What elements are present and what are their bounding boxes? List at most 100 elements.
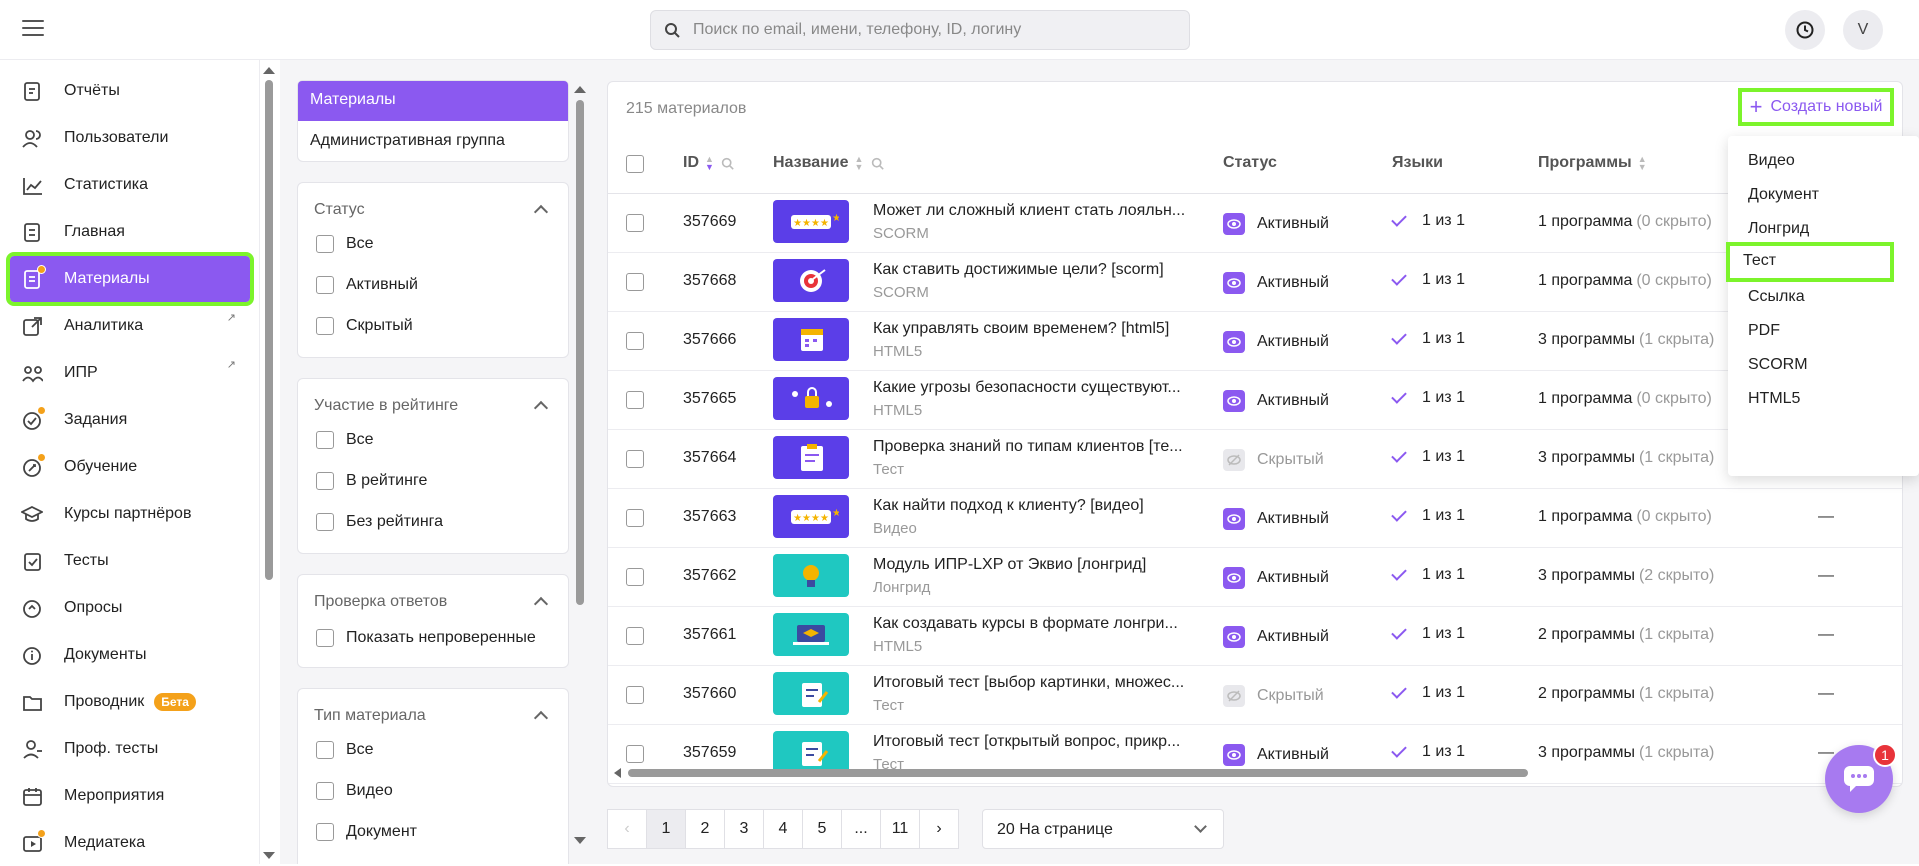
sidebar-scrollbar[interactable] xyxy=(265,80,273,580)
sidebar-item[interactable]: Документы xyxy=(10,632,250,678)
row-checkbox[interactable] xyxy=(626,568,644,586)
table-row[interactable]: 357665 Какие угрозы безопасности существу… xyxy=(608,371,1902,430)
table-row[interactable]: 357668 Как ставить достижимые цели? [scor… xyxy=(608,253,1902,312)
eye-icon[interactable] xyxy=(1223,331,1245,353)
lock-icon[interactable] xyxy=(773,377,849,420)
eye-icon[interactable] xyxy=(1223,744,1245,766)
calendar-icon[interactable] xyxy=(773,318,849,361)
checkbox[interactable] xyxy=(316,741,334,759)
stars-icon[interactable]: ★★★★★ xyxy=(773,200,849,243)
sidebar-item[interactable]: Материалы xyxy=(6,252,254,306)
material-title[interactable]: Итоговый тест [выбор картинки, множес... xyxy=(873,674,1193,692)
checkbox[interactable] xyxy=(316,782,334,800)
filter-option[interactable]: Видео xyxy=(316,782,393,800)
eye-icon[interactable] xyxy=(1223,567,1245,589)
filter-option[interactable]: В рейтинге xyxy=(316,472,427,490)
page-button[interactable]: 4 xyxy=(763,809,803,849)
filter-option[interactable]: Документ xyxy=(316,823,417,841)
material-title[interactable]: Как управлять своим временем? [html5] xyxy=(873,320,1193,338)
material-title[interactable]: Итоговый тест [открытый вопрос, прикр... xyxy=(873,733,1193,751)
checkbox[interactable] xyxy=(316,629,334,647)
stars-icon[interactable]: ★★★★★ xyxy=(773,495,849,538)
material-title[interactable]: Как найти подход к клиенту? [видео] xyxy=(873,497,1193,515)
material-title[interactable]: Какие угрозы безопасности существуют... xyxy=(873,379,1193,397)
chevron-up-icon[interactable] xyxy=(533,596,549,612)
row-checkbox[interactable] xyxy=(626,745,644,763)
table-row[interactable]: 357661 Как создавать курсы в формате лонг… xyxy=(608,607,1902,666)
checkbox[interactable] xyxy=(316,317,334,335)
row-checkbox[interactable] xyxy=(626,214,644,232)
sidebar-scroll-down[interactable] xyxy=(263,852,275,859)
material-title[interactable]: Может ли сложный клиент стать лояльн... xyxy=(873,202,1193,220)
checkbox[interactable] xyxy=(316,431,334,449)
eye-icon[interactable] xyxy=(1223,390,1245,412)
row-checkbox[interactable] xyxy=(626,391,644,409)
laptop-icon[interactable] xyxy=(773,613,849,656)
create-new-button[interactable]: + Создать новый xyxy=(1738,88,1894,126)
sidebar-item[interactable]: Медиатека xyxy=(10,820,250,866)
chevron-up-icon[interactable] xyxy=(533,204,549,220)
clipboard-icon[interactable] xyxy=(773,436,849,479)
eye-off-icon[interactable] xyxy=(1223,449,1245,471)
checkbox[interactable] xyxy=(316,823,334,841)
table-scroll-left[interactable] xyxy=(614,768,621,778)
user-avatar[interactable]: V xyxy=(1843,10,1883,50)
per-page-select[interactable]: 20 На странице xyxy=(982,809,1224,849)
create-menu-item[interactable]: HTML5 xyxy=(1728,380,1919,420)
table-row[interactable]: 357664 Проверка знаний по типам клиентов … xyxy=(608,430,1902,489)
sidebar-item[interactable]: Курсы партнёров xyxy=(10,491,250,537)
sidebar-item[interactable]: Отчёты xyxy=(10,68,250,114)
eye-icon[interactable] xyxy=(1223,508,1245,530)
checkbox[interactable] xyxy=(316,235,334,253)
sidebar-item[interactable]: Проф. тесты xyxy=(10,726,250,772)
column-programs[interactable]: Программы ▲ ▼ xyxy=(1538,154,1648,172)
sidebar-item[interactable]: ИПР ↗ xyxy=(10,350,250,396)
filter-option[interactable]: Показать непроверенные xyxy=(316,629,536,647)
sidebar-item[interactable]: Пользователи xyxy=(10,115,250,161)
filter-option[interactable]: Без рейтинга xyxy=(316,513,443,531)
sort-icon[interactable]: ▲ ▼ xyxy=(1638,155,1648,172)
material-title[interactable]: Модуль ИПР-LXP от Эквио [лонгрид] xyxy=(873,556,1193,574)
row-checkbox[interactable] xyxy=(626,450,644,468)
search-icon[interactable] xyxy=(871,157,884,170)
sidebar-item[interactable]: Тесты xyxy=(10,538,250,584)
material-title[interactable]: Проверка знаний по типам клиентов [те... xyxy=(873,438,1193,456)
category-materials[interactable]: Материалы xyxy=(298,81,568,121)
page-button[interactable]: 3 xyxy=(724,809,764,849)
chat-button[interactable]: 1 xyxy=(1825,743,1897,813)
row-checkbox[interactable] xyxy=(626,509,644,527)
next-page-button[interactable]: › xyxy=(919,809,959,849)
prev-page-button[interactable]: ‹ xyxy=(607,809,647,849)
table-row[interactable]: 357660 Итоговый тест [выбор картинки, мно… xyxy=(608,666,1902,725)
checkbox[interactable] xyxy=(316,472,334,490)
checkbox[interactable] xyxy=(316,276,334,294)
table-row[interactable]: 357669 ★★★★★ Может ли сложный клиент стать… xyxy=(608,194,1902,253)
row-checkbox[interactable] xyxy=(626,273,644,291)
filter-option[interactable]: Активный xyxy=(316,276,418,294)
page-button[interactable]: 5 xyxy=(802,809,842,849)
row-checkbox[interactable] xyxy=(626,686,644,704)
chevron-up-icon[interactable] xyxy=(533,400,549,416)
filter-option[interactable]: Все xyxy=(316,431,374,449)
eye-off-icon[interactable] xyxy=(1223,685,1245,707)
table-horizontal-scrollbar[interactable] xyxy=(628,769,1528,777)
column-name[interactable]: Название ▲ ▼ xyxy=(773,154,884,172)
sidebar-item[interactable]: Мероприятия xyxy=(10,773,250,819)
filter-option[interactable]: Все xyxy=(316,235,374,253)
create-menu-item[interactable]: Тест xyxy=(1726,242,1894,282)
bulb-icon[interactable] xyxy=(773,554,849,597)
row-checkbox[interactable] xyxy=(626,332,644,350)
filter-option[interactable]: Все xyxy=(316,741,374,759)
checkbox[interactable] xyxy=(316,513,334,531)
history-button[interactable] xyxy=(1785,10,1825,50)
document-icon[interactable] xyxy=(773,672,849,715)
filter-option[interactable]: Скрытый xyxy=(316,317,413,335)
material-title[interactable]: Как ставить достижимые цели? [scorm] xyxy=(873,261,1193,279)
menu-icon[interactable] xyxy=(22,20,44,38)
eye-icon[interactable] xyxy=(1223,272,1245,294)
page-button[interactable]: 11 xyxy=(880,809,920,849)
page-button[interactable]: 1 xyxy=(646,809,686,849)
sidebar-item[interactable]: Опросы xyxy=(10,585,250,631)
document-icon[interactable] xyxy=(773,731,849,774)
sidebar-item[interactable]: Задания xyxy=(10,397,250,443)
